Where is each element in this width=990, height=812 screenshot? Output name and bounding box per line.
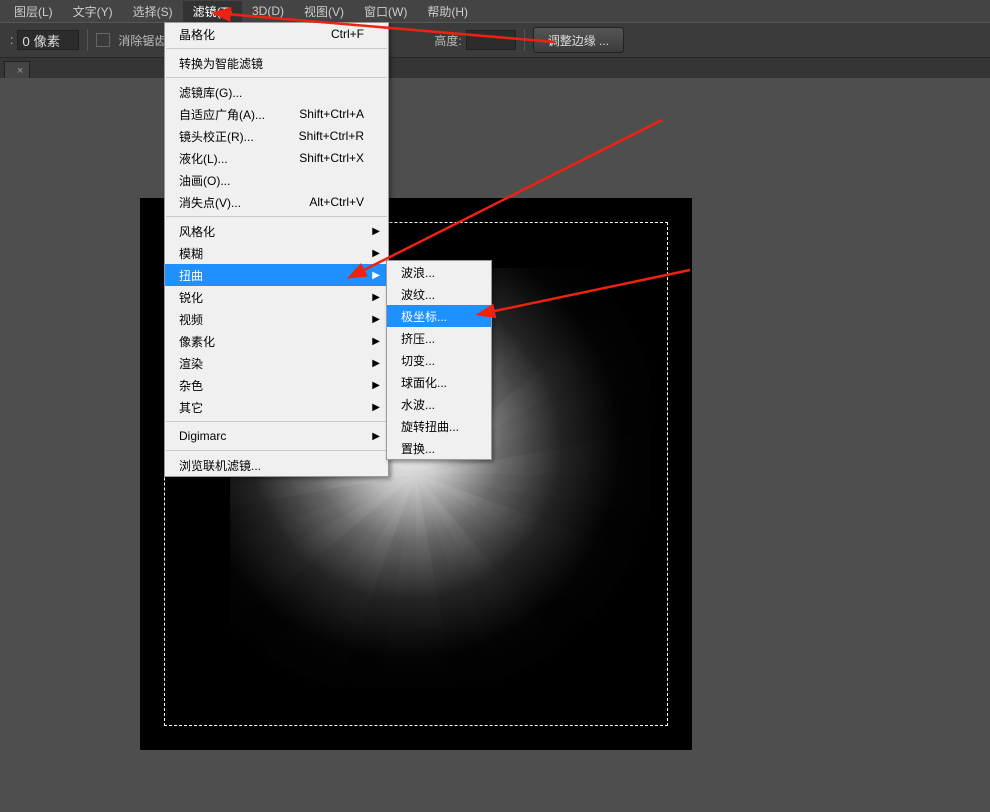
submenu-arrow-icon: ▶ <box>372 248 380 259</box>
close-icon[interactable]: × <box>17 65 23 77</box>
menu-item-smart-filter[interactable]: 转换为智能滤镜 <box>165 52 388 74</box>
menu-item-sharpen[interactable]: 锐化 ▶ <box>165 286 388 308</box>
menu-item-label: 扭曲 <box>179 267 203 284</box>
menu-item-other[interactable]: 其它 ▶ <box>165 396 388 418</box>
menu-item-label: 像素化 <box>179 333 215 350</box>
menu-window[interactable]: 窗口(W) <box>354 1 417 22</box>
height-input[interactable] <box>466 30 516 50</box>
submenu-arrow-icon: ▶ <box>372 431 380 442</box>
menu-item-shortcut: Ctrl+F <box>301 27 364 41</box>
menu-item-label: 波纹... <box>401 286 435 303</box>
pixel-input[interactable] <box>17 30 79 50</box>
submenu-arrow-icon: ▶ <box>372 336 380 347</box>
submenu-arrow-icon: ▶ <box>372 402 380 413</box>
menu-item-stylize[interactable]: 风格化 ▶ <box>165 220 388 242</box>
submenu-arrow-icon: ▶ <box>372 380 380 391</box>
menu-item-label: 视频 <box>179 311 203 328</box>
options-bar: : 消除锯齿 高度: 调整边缘 ... <box>0 22 990 58</box>
separator <box>87 29 88 51</box>
menu-separator <box>166 77 387 78</box>
menu-item-label: 球面化... <box>401 374 447 391</box>
menu-item-render[interactable]: 渲染 ▶ <box>165 352 388 374</box>
menu-item-shortcut: Shift+Ctrl+X <box>269 151 364 165</box>
menu-item-digimarc[interactable]: Digimarc ▶ <box>165 425 388 447</box>
menu-item-browse-online[interactable]: 浏览联机滤镜... <box>165 454 388 476</box>
height-label: 高度: <box>434 32 461 49</box>
menu-item-liquify[interactable]: 液化(L)... Shift+Ctrl+X <box>165 147 388 169</box>
menu-item-label: 极坐标... <box>401 308 447 325</box>
submenu-item-displace[interactable]: 置换... <box>387 437 491 459</box>
submenu-item-shear[interactable]: 切变... <box>387 349 491 371</box>
refine-edge-button[interactable]: 调整边缘 ... <box>533 27 624 53</box>
menu-item-video[interactable]: 视频 ▶ <box>165 308 388 330</box>
menu-select[interactable]: 选择(S) <box>123 1 183 22</box>
menu-item-label: 浏览联机滤镜... <box>179 457 261 474</box>
menu-filter[interactable]: 滤镜(T) <box>183 1 242 22</box>
menu-item-label: 转换为智能滤镜 <box>179 55 263 72</box>
menu-item-label: 液化(L)... <box>179 150 228 167</box>
workspace <box>0 78 990 812</box>
menu-item-label: 风格化 <box>179 223 215 240</box>
menu-item-filter-gallery[interactable]: 滤镜库(G)... <box>165 81 388 103</box>
submenu-arrow-icon: ▶ <box>372 292 380 303</box>
menu-item-label: 置换... <box>401 440 435 457</box>
antialias-label: 消除锯齿 <box>118 32 166 49</box>
menu-item-label: 消失点(V)... <box>179 194 241 211</box>
menu-view[interactable]: 视图(V) <box>294 1 354 22</box>
menu-item-blur[interactable]: 模糊 ▶ <box>165 242 388 264</box>
menu-item-last-filter[interactable]: 晶格化 Ctrl+F <box>165 23 388 45</box>
submenu-item-polar[interactable]: 极坐标... <box>387 305 491 327</box>
separator <box>524 29 525 51</box>
menu-item-label: 渲染 <box>179 355 203 372</box>
menu-item-noise[interactable]: 杂色 ▶ <box>165 374 388 396</box>
menu-item-shortcut: Shift+Ctrl+A <box>269 107 364 121</box>
menu-item-shortcut: Alt+Ctrl+V <box>279 195 364 209</box>
menu-separator <box>166 216 387 217</box>
submenu-arrow-icon: ▶ <box>372 358 380 369</box>
menu-item-label: 杂色 <box>179 377 203 394</box>
menu-item-lens-correction[interactable]: 镜头校正(R)... Shift+Ctrl+R <box>165 125 388 147</box>
menu-item-label: Digimarc <box>179 429 226 443</box>
distort-submenu: 波浪... 波纹... 极坐标... 挤压... 切变... 球面化... 水波… <box>386 260 492 460</box>
submenu-arrow-icon: ▶ <box>372 314 380 325</box>
menu-separator <box>166 450 387 451</box>
submenu-item-zigzag[interactable]: 水波... <box>387 393 491 415</box>
menu-item-label: 锐化 <box>179 289 203 306</box>
submenu-item-wave[interactable]: 波浪... <box>387 261 491 283</box>
colon-icon: : <box>10 33 13 47</box>
menu-item-label: 波浪... <box>401 264 435 281</box>
submenu-item-spherize[interactable]: 球面化... <box>387 371 491 393</box>
menu-separator <box>166 421 387 422</box>
filter-menu: 晶格化 Ctrl+F 转换为智能滤镜 滤镜库(G)... 自适应广角(A)...… <box>164 22 389 477</box>
menu-item-label: 镜头校正(R)... <box>179 128 254 145</box>
menu-layer[interactable]: 图层(L) <box>4 1 63 22</box>
menu-type[interactable]: 文字(Y) <box>63 1 123 22</box>
menu-item-label: 油画(O)... <box>179 172 230 189</box>
submenu-item-pinch[interactable]: 挤压... <box>387 327 491 349</box>
submenu-item-twirl[interactable]: 旋转扭曲... <box>387 415 491 437</box>
menu-item-label: 水波... <box>401 396 435 413</box>
menu-item-label: 自适应广角(A)... <box>179 106 265 123</box>
menu-item-label: 模糊 <box>179 245 203 262</box>
antialias-checkbox[interactable] <box>96 33 110 47</box>
menu-item-label: 滤镜库(G)... <box>179 84 242 101</box>
menu-3d[interactable]: 3D(D) <box>242 2 294 20</box>
menu-item-vanishing-point[interactable]: 消失点(V)... Alt+Ctrl+V <box>165 191 388 213</box>
menu-help[interactable]: 帮助(H) <box>417 1 478 22</box>
menu-item-oil-paint[interactable]: 油画(O)... <box>165 169 388 191</box>
menu-item-label: 晶格化 <box>179 26 215 43</box>
menu-item-label: 挤压... <box>401 330 435 347</box>
submenu-arrow-icon: ▶ <box>372 270 380 281</box>
submenu-arrow-icon: ▶ <box>372 226 380 237</box>
menu-item-distort[interactable]: 扭曲 ▶ <box>165 264 388 286</box>
menu-item-label: 切变... <box>401 352 435 369</box>
menu-item-adaptive-wide[interactable]: 自适应广角(A)... Shift+Ctrl+A <box>165 103 388 125</box>
menu-item-shortcut: Shift+Ctrl+R <box>269 129 364 143</box>
submenu-item-ripple[interactable]: 波纹... <box>387 283 491 305</box>
menu-separator <box>166 48 387 49</box>
menu-item-label: 其它 <box>179 399 203 416</box>
menu-item-pixelate[interactable]: 像素化 ▶ <box>165 330 388 352</box>
menu-item-label: 旋转扭曲... <box>401 418 459 435</box>
menubar: 图层(L) 文字(Y) 选择(S) 滤镜(T) 3D(D) 视图(V) 窗口(W… <box>0 0 990 22</box>
